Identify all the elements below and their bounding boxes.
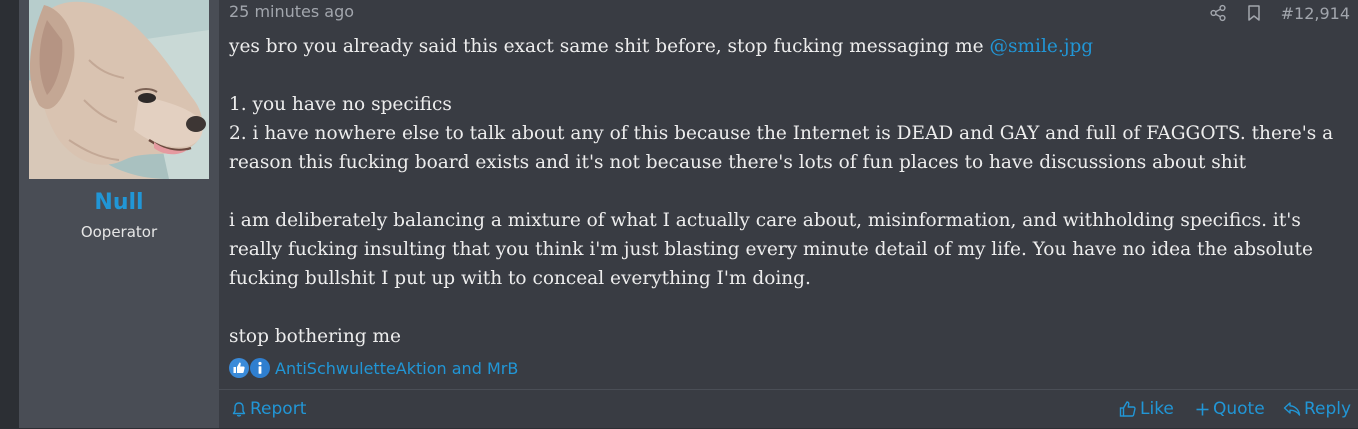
like-button[interactable]: Like (1119, 399, 1174, 419)
reaction-users[interactable]: AntiSchwuletteAktion and MrB (275, 359, 518, 378)
post-main: 25 minutes ago #12,914 yes bro you alrea… (219, 0, 1358, 428)
post-line-1-text: yes bro you already said this exact same… (229, 36, 990, 57)
post-timestamp[interactable]: 25 minutes ago (229, 2, 354, 21)
reply-arrow-icon (1283, 402, 1301, 416)
thumbs-up-outline-icon (1119, 401, 1136, 417)
left-gutter (0, 0, 19, 428)
user-panel: Null Ooperator (19, 0, 219, 428)
list-item-2: 2. i have nowhere else to talk about any… (229, 123, 1334, 173)
username[interactable]: Null (19, 190, 219, 215)
share-icon[interactable] (1209, 4, 1227, 22)
post-line-1: yes bro you already said this exact same… (229, 32, 1349, 61)
list-item-1: 1. you have no specifics (229, 94, 452, 115)
post-body: yes bro you already said this exact same… (229, 32, 1349, 351)
quote-label: Quote (1213, 399, 1265, 419)
report-button[interactable]: Report (231, 399, 306, 419)
post-footer: Report Like Quote Reply (219, 389, 1358, 429)
dog-avatar-image (29, 0, 209, 179)
bookmark-icon[interactable] (1245, 4, 1263, 22)
bell-icon (232, 401, 246, 417)
post-container: Null Ooperator 25 minutes ago #12,914 ye… (0, 0, 1358, 428)
post-number[interactable]: #12,914 (1281, 4, 1350, 23)
reactions-bar: AntiSchwuletteAktion and MrB (229, 357, 518, 379)
thumbs-up-icon (229, 358, 249, 378)
user-title: Ooperator (80, 223, 158, 241)
reply-button[interactable]: Reply (1283, 399, 1351, 419)
user-mention[interactable]: @smile.jpg (990, 36, 1094, 57)
report-label: Report (250, 399, 307, 419)
reply-label: Reply (1304, 399, 1352, 419)
post-tools: #12,914 (1209, 2, 1350, 24)
quote-button[interactable]: Quote (1195, 399, 1265, 419)
avatar[interactable] (29, 0, 209, 179)
post-closing: stop bothering me (229, 326, 401, 347)
post-paragraph-2: i am deliberately balancing a mixture of… (229, 210, 1313, 289)
informative-icon (250, 358, 270, 378)
like-label: Like (1140, 399, 1174, 419)
plus-icon (1196, 403, 1209, 415)
